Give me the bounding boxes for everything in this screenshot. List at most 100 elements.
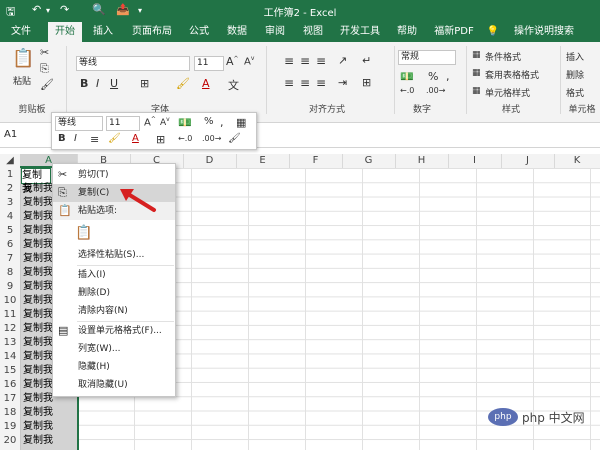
delete-cells-button[interactable]: 删除 [566,68,584,81]
italic-icon[interactable]: I [96,77,99,90]
grow-font-icon[interactable]: A^ [226,55,239,68]
font-color-icon[interactable]: A [202,77,210,90]
mini-shrink-font-icon[interactable]: Av [160,116,170,128]
cell-a[interactable]: 复制我 [23,336,53,350]
tab-review[interactable]: 审阅 [258,22,292,42]
mini-brush-icon[interactable]: 🖌 [228,133,241,144]
row-header[interactable]: 10 [0,294,20,308]
borders-icon[interactable]: ⊞ [140,77,149,90]
font-name-dropdown[interactable]: 等线 [76,56,190,71]
format-as-table-icon[interactable]: ▦ [472,68,481,78]
cell-a[interactable]: 复制我 [23,224,53,238]
phonetic-icon[interactable]: 文 [228,77,239,93]
cell-a[interactable]: 复制我 [23,182,53,196]
menu-item-hide[interactable]: 隐藏(H) [53,358,175,376]
row-header[interactable]: 5 [0,224,20,238]
cell-a[interactable]: 复制我 [23,392,53,406]
row-header[interactable]: 18 [0,406,20,420]
cut-icon[interactable]: ✂ [40,46,49,59]
cell-a[interactable]: 复制我 [23,308,53,322]
cell-a[interactable]: 复制我 [23,322,53,336]
cell-a[interactable]: 复制我 [23,406,53,420]
mini-font-color-icon[interactable]: A [132,133,139,144]
row-header[interactable]: 16 [0,378,20,392]
tab-view[interactable]: 视图 [296,22,330,42]
row-header[interactable]: 15 [0,364,20,378]
tab-file[interactable]: 文件 [4,22,38,42]
menu-item-cut[interactable]: ✂ 剪切(T) [53,166,175,184]
indent-icon[interactable]: ⇥ [338,76,347,89]
menu-item-paste-special[interactable]: 选择性粘贴(S)... [53,246,175,264]
cell-styles-icon[interactable]: ▦ [472,86,481,96]
row-header[interactable]: 8 [0,266,20,280]
format-cells-button[interactable]: 格式 [566,86,584,99]
underline-icon[interactable]: U [110,77,118,90]
mini-grow-font-icon[interactable]: A^ [144,116,156,128]
column-header-K[interactable]: K [554,154,600,168]
row-header[interactable]: 11 [0,308,20,322]
merge-center-icon[interactable]: ⊞ [362,76,371,89]
row-header[interactable]: 7 [0,252,20,266]
align-middle-icon[interactable]: ≡ [300,54,310,68]
mini-fill-color-icon[interactable]: 🖌 [108,133,121,144]
cell-a[interactable]: 复制我 [23,238,53,252]
tab-data[interactable]: 数据 [220,22,254,42]
increase-decimal-icon[interactable]: ←.0 [400,86,414,95]
mini-font-size-dropdown[interactable]: 11 [106,116,140,131]
cell-a[interactable]: 复制我 [23,196,53,210]
insert-cells-button[interactable]: 插入 [566,50,584,63]
mini-format-painter-icon[interactable]: ▦ [236,116,246,129]
bold-icon[interactable]: B [80,77,88,90]
tab-help[interactable]: 帮助 [390,22,424,42]
mini-percent-icon[interactable]: % [204,116,214,127]
comma-style-icon[interactable]: , [446,70,450,83]
select-all-corner[interactable]: ◢ [0,154,21,168]
tab-home[interactable]: 开始 [48,22,82,42]
cell-a[interactable]: 复制我 [23,266,53,280]
menu-item-unhide[interactable]: 取消隐藏(U) [53,376,175,394]
cell-a[interactable]: 复制我 [23,280,53,294]
paste-icon[interactable]: 📋 [12,48,34,69]
column-header-G[interactable]: G [342,154,396,168]
copy-icon[interactable]: ⎘ [40,62,49,76]
align-left-icon[interactable]: ≡ [284,76,294,90]
align-right-icon[interactable]: ≡ [316,76,326,90]
menu-item-insert[interactable]: 插入(I) [53,266,175,284]
column-header-D[interactable]: D [183,154,237,168]
row-header[interactable]: 1 [0,168,20,182]
menu-item-clear-contents[interactable]: 清除内容(N) [53,302,175,320]
tab-developer[interactable]: 开发工具 [334,22,386,42]
mini-comma-icon[interactable]: , [220,116,224,129]
mini-increase-decimal-icon[interactable]: ←.0 [178,134,192,143]
row-header[interactable]: 9 [0,280,20,294]
tell-me-search[interactable]: 操作说明搜索 [508,22,580,42]
align-center-icon[interactable]: ≡ [300,76,310,90]
row-header[interactable]: 6 [0,238,20,252]
cell-a[interactable]: 复制我 [23,364,53,378]
row-header[interactable]: 13 [0,336,20,350]
paste-button[interactable]: 粘贴 [13,74,31,87]
row-header[interactable]: 4 [0,210,20,224]
percent-icon[interactable]: % [428,70,438,83]
tab-foxit-pdf[interactable]: 福新PDF [428,22,480,42]
align-top-icon[interactable]: ≡ [284,54,294,68]
cell-a[interactable]: 复制我 [23,210,53,224]
shrink-font-icon[interactable]: Av [244,55,254,67]
tab-insert[interactable]: 插入 [86,22,120,42]
row-header[interactable]: 17 [0,392,20,406]
column-header-H[interactable]: H [395,154,449,168]
row-header[interactable]: 12 [0,322,20,336]
tab-formulas[interactable]: 公式 [182,22,216,42]
conditional-formatting-icon[interactable]: ▦ [472,50,481,60]
column-header-F[interactable]: F [289,154,343,168]
column-header-E[interactable]: E [236,154,290,168]
cell-a[interactable]: 复制我 [23,350,53,364]
row-header[interactable]: 2 [0,182,20,196]
mini-align-center-icon[interactable]: ≡ [90,133,99,146]
orientation-icon[interactable]: ↗ [338,54,347,67]
menu-item-column-width[interactable]: 列宽(W)... [53,340,175,358]
cell-a[interactable]: 复制我 [23,294,53,308]
font-size-dropdown[interactable]: 11 [194,56,224,71]
menu-item-delete[interactable]: 删除(D) [53,284,175,302]
mini-font-name-dropdown[interactable]: 等线 [55,116,103,131]
